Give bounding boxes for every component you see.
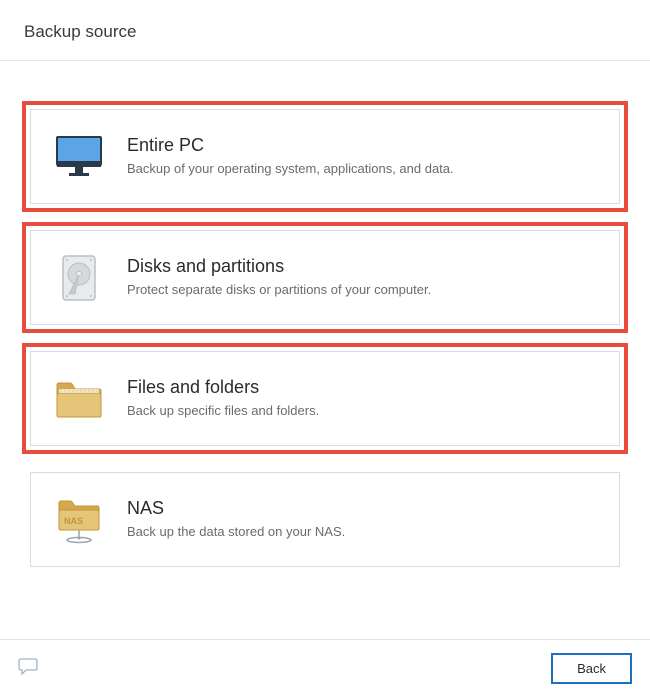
option-text: Files and folders Back up specific files… xyxy=(109,377,601,420)
option-text: Entire PC Backup of your operating syste… xyxy=(109,135,601,178)
option-disks-partitions[interactable]: Disks and partitions Protect separate di… xyxy=(30,230,620,325)
back-button[interactable]: Back xyxy=(551,653,632,684)
options-list: Entire PC Backup of your operating syste… xyxy=(0,61,650,605)
option-title: Files and folders xyxy=(127,377,601,398)
svg-text:NAS: NAS xyxy=(64,516,83,526)
option-desc: Back up the data stored on your NAS. xyxy=(127,523,601,541)
comment-icon[interactable] xyxy=(18,657,38,680)
option-text: NAS Back up the data stored on your NAS. xyxy=(109,498,601,541)
header: Backup source xyxy=(0,0,650,61)
option-files-highlight: Files and folders Back up specific files… xyxy=(22,343,628,454)
option-text: Disks and partitions Protect separate di… xyxy=(109,256,601,299)
option-nas-wrap: NAS NAS Back up the data stored on your … xyxy=(22,464,628,575)
monitor-icon xyxy=(49,135,109,179)
hard-drive-icon xyxy=(49,254,109,302)
option-title: Entire PC xyxy=(127,135,601,156)
option-title: Disks and partitions xyxy=(127,256,601,277)
option-entire-pc-highlight: Entire PC Backup of your operating syste… xyxy=(22,101,628,212)
option-nas[interactable]: NAS NAS Back up the data stored on your … xyxy=(30,472,620,567)
option-desc: Backup of your operating system, applica… xyxy=(127,160,601,178)
option-title: NAS xyxy=(127,498,601,519)
folder-icon xyxy=(49,379,109,419)
option-disks-highlight: Disks and partitions Protect separate di… xyxy=(22,222,628,333)
nas-folder-icon: NAS xyxy=(49,496,109,544)
footer: Back xyxy=(0,639,650,697)
option-desc: Back up specific files and folders. xyxy=(127,402,601,420)
option-entire-pc[interactable]: Entire PC Backup of your operating syste… xyxy=(30,109,620,204)
option-desc: Protect separate disks or partitions of … xyxy=(127,281,601,299)
option-files-folders[interactable]: Files and folders Back up specific files… xyxy=(30,351,620,446)
page-title: Backup source xyxy=(24,22,626,42)
